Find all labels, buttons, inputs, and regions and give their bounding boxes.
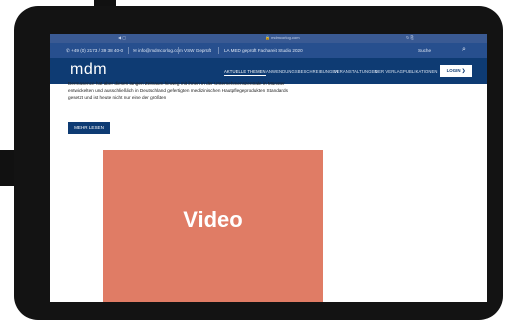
browser-bar: ◀ ▢ 🔒 mdmcorlog.com ↻ ⎘ — [50, 34, 487, 43]
tablet-frame: ◀ ▢ 🔒 mdmcorlog.com ↻ ⎘ ✆ +49 (0) 2173 /… — [14, 6, 503, 320]
article-teaser: Dermasence hat aber diesen langen Zeitra… — [68, 81, 358, 101]
article-text: gesetzt und ist heute nicht nur eine der… — [68, 94, 167, 100]
browser-reload-icon[interactable]: ↻ ⎘ — [406, 35, 414, 40]
article-text: entwickelten und ausschließlich in Deuts… — [68, 87, 288, 93]
browser-nav-icons[interactable]: ◀ ▢ — [118, 35, 126, 40]
contact-bar: ✆ +49 (0) 2173 / 39 38 40-0 ✉ info@mdmco… — [50, 43, 487, 58]
read-more-button[interactable]: MEHR LESEN — [68, 122, 110, 134]
badge-vsw: VSW Geprüft — [184, 48, 212, 53]
divider — [218, 47, 219, 54]
tablet-screen: ◀ ▢ 🔒 mdmcorlog.com ↻ ⎘ ✆ +49 (0) 2173 /… — [50, 34, 487, 302]
search-link[interactable]: Suche — [418, 48, 431, 53]
article-text: Dermasence hat aber diesen langen Zeitra… — [68, 81, 285, 86]
nav-veranstaltungen[interactable]: VERANSTALTUNGEN — [334, 69, 377, 74]
email-link[interactable]: ✉ info@mdmcorlog.com — [133, 48, 183, 54]
site-logo[interactable]: mdm — [70, 61, 107, 79]
divider — [178, 47, 179, 54]
nav-aktuelle-themen[interactable]: AKTUELLE THEMEN — [224, 69, 266, 76]
nav-publikationen[interactable]: PUBLIKATIONEN — [403, 69, 438, 74]
video-label: Video — [183, 207, 243, 232]
nav-anwendungsbeschreibungen[interactable]: ANWENDUNGSBESCHREIBUNGEN — [266, 69, 338, 74]
login-button[interactable]: LOGIN ❯ — [440, 65, 472, 77]
badge-lamed: LA MED geprüft Fachareit Studio 2020 — [224, 48, 303, 53]
phone-link[interactable]: ✆ +49 (0) 2173 / 39 38 40-0 — [66, 48, 123, 54]
nav-der-verlag[interactable]: DER VERLAG — [375, 69, 403, 74]
browser-url[interactable]: 🔒 mdmcorlog.com — [265, 35, 300, 40]
search-icon[interactable]: ⌕ — [462, 46, 466, 54]
decor-block-left — [0, 150, 14, 186]
divider — [128, 47, 129, 54]
video-player[interactable]: Video — [103, 150, 323, 302]
